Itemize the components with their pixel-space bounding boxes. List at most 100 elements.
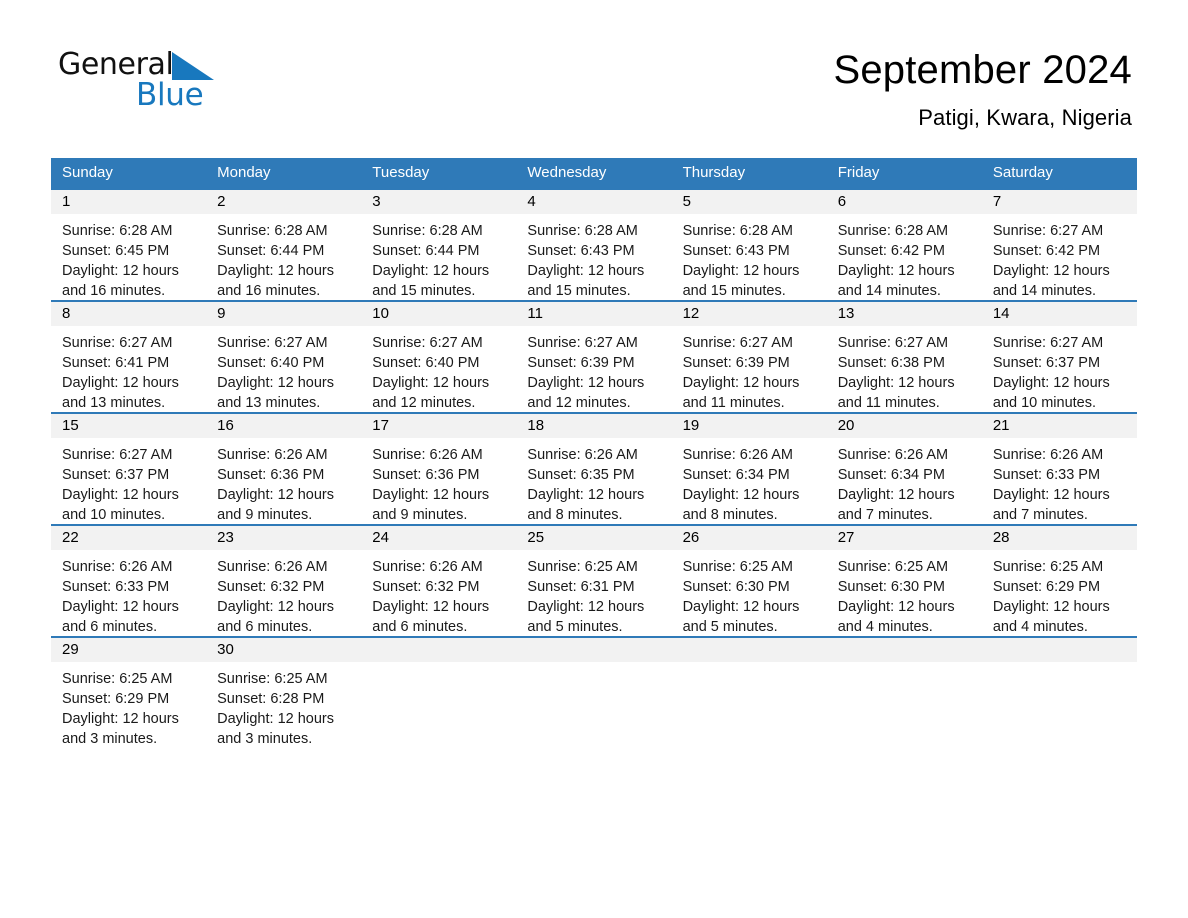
- day-number: 25: [527, 529, 545, 546]
- weekday-header-monday: Monday: [217, 164, 271, 181]
- day-cell[interactable]: 25 Sunrise: 6:25 AM Sunset: 6:31 PM Dayl…: [516, 526, 672, 636]
- day-cell[interactable]: 7 Sunrise: 6:27 AM Sunset: 6:42 PM Dayli…: [981, 190, 1137, 300]
- day-cell[interactable]: 28 Sunrise: 6:25 AM Sunset: 6:29 PM Dayl…: [981, 526, 1137, 636]
- day-details: [672, 662, 827, 754]
- daylight-text-line1: Daylight: 12 hours: [62, 263, 179, 279]
- day-number-band: 2: [206, 190, 362, 214]
- daylight-text-line2: and 4 minutes.: [837, 619, 933, 635]
- day-cell[interactable]: 23 Sunrise: 6:26 AM Sunset: 6:32 PM Dayl…: [206, 526, 362, 636]
- day-number: 7: [992, 193, 1002, 210]
- daylight-text-line2: and 6 minutes.: [372, 619, 468, 635]
- daylight-text-line1: Daylight: 12 hours: [992, 487, 1110, 503]
- sunrise-text: Sunrise: 6:26 AM: [372, 559, 483, 575]
- day-cell-empty: [516, 638, 672, 754]
- day-cell[interactable]: 18 Sunrise: 6:26 AM Sunset: 6:35 PM Dayl…: [516, 414, 672, 524]
- daylight-text-line1: Daylight: 12 hours: [992, 263, 1110, 279]
- daylight-text-line1: Daylight: 12 hours: [62, 711, 179, 727]
- day-details: Sunrise: 6:26 AM Sunset: 6:35 PM Dayligh…: [516, 438, 671, 524]
- day-number-band: 10: [361, 302, 517, 326]
- day-number: 30: [217, 641, 234, 658]
- day-cell[interactable]: 15 Sunrise: 6:27 AM Sunset: 6:37 PM Dayl…: [51, 414, 207, 524]
- calendar-week-row: 1 Sunrise: 6:28 AM Sunset: 6:45 PM Dayli…: [51, 188, 1137, 300]
- day-number: [672, 641, 683, 658]
- day-cell[interactable]: 12 Sunrise: 6:27 AM Sunset: 6:39 PM Dayl…: [671, 302, 827, 412]
- day-cell[interactable]: 29 Sunrise: 6:25 AM Sunset: 6:29 PM Dayl…: [51, 638, 207, 754]
- day-details: Sunrise: 6:26 AM Sunset: 6:34 PM Dayligh…: [827, 438, 982, 524]
- day-cell[interactable]: 13 Sunrise: 6:27 AM Sunset: 6:38 PM Dayl…: [826, 302, 982, 412]
- day-number: [827, 641, 838, 658]
- general-blue-logo-icon[interactable]: General Blue: [58, 50, 358, 120]
- day-number: 16: [217, 417, 234, 434]
- day-cell[interactable]: 6 Sunrise: 6:28 AM Sunset: 6:42 PM Dayli…: [826, 190, 982, 300]
- day-details: Sunrise: 6:28 AM Sunset: 6:43 PM Dayligh…: [672, 214, 827, 300]
- day-cell[interactable]: 21 Sunrise: 6:26 AM Sunset: 6:33 PM Dayl…: [981, 414, 1137, 524]
- day-number-band: 20: [826, 414, 982, 438]
- day-number: 17: [372, 417, 389, 434]
- sunrise-text: Sunrise: 6:26 AM: [372, 447, 483, 463]
- daylight-text-line1: Daylight: 12 hours: [62, 375, 179, 391]
- day-cell[interactable]: 1 Sunrise: 6:28 AM Sunset: 6:45 PM Dayli…: [51, 190, 207, 300]
- day-details: Sunrise: 6:28 AM Sunset: 6:43 PM Dayligh…: [516, 214, 671, 300]
- day-cell[interactable]: 11 Sunrise: 6:27 AM Sunset: 6:39 PM Dayl…: [516, 302, 672, 412]
- sunset-text: Sunset: 6:43 PM: [527, 243, 635, 259]
- day-cell[interactable]: 3 Sunrise: 6:28 AM Sunset: 6:44 PM Dayli…: [361, 190, 517, 300]
- day-cell-empty: [826, 638, 982, 754]
- daylight-text-line1: Daylight: 12 hours: [372, 487, 490, 503]
- sunrise-text: Sunrise: 6:25 AM: [837, 559, 949, 575]
- day-details: Sunrise: 6:26 AM Sunset: 6:33 PM Dayligh…: [51, 550, 206, 636]
- day-number-band: 19: [671, 414, 827, 438]
- day-number-band: 26: [671, 526, 827, 550]
- day-cell[interactable]: 30 Sunrise: 6:25 AM Sunset: 6:28 PM Dayl…: [206, 638, 362, 754]
- daylight-text-line1: Daylight: 12 hours: [682, 375, 800, 391]
- day-cell[interactable]: 2 Sunrise: 6:28 AM Sunset: 6:44 PM Dayli…: [206, 190, 362, 300]
- day-number-band: 6: [826, 190, 982, 214]
- brand-name-general: General: [58, 47, 174, 82]
- day-cell[interactable]: 16 Sunrise: 6:26 AM Sunset: 6:36 PM Dayl…: [206, 414, 362, 524]
- day-cell[interactable]: 26 Sunrise: 6:25 AM Sunset: 6:30 PM Dayl…: [671, 526, 827, 636]
- weekday-header-tuesday: Tuesday: [372, 164, 430, 181]
- calendar-grid: Sunday Monday Tuesday Wednesday Thursday…: [51, 158, 1137, 754]
- day-number-band: 16: [206, 414, 362, 438]
- day-cell[interactable]: 20 Sunrise: 6:26 AM Sunset: 6:34 PM Dayl…: [826, 414, 982, 524]
- weekday-header-sunday: Sunday: [62, 164, 113, 181]
- day-number: 24: [372, 529, 389, 546]
- day-cell[interactable]: 19 Sunrise: 6:26 AM Sunset: 6:34 PM Dayl…: [671, 414, 827, 524]
- sunrise-text: Sunrise: 6:28 AM: [837, 223, 949, 239]
- day-cell[interactable]: 4 Sunrise: 6:28 AM Sunset: 6:43 PM Dayli…: [516, 190, 672, 300]
- day-number: 28: [992, 529, 1010, 546]
- daylight-text-line2: and 9 minutes.: [217, 507, 313, 523]
- day-cell[interactable]: 9 Sunrise: 6:27 AM Sunset: 6:40 PM Dayli…: [206, 302, 362, 412]
- daylight-text-line1: Daylight: 12 hours: [217, 375, 335, 391]
- daylight-text-line2: and 11 minutes.: [837, 395, 940, 411]
- day-details: Sunrise: 6:25 AM Sunset: 6:31 PM Dayligh…: [516, 550, 671, 636]
- sunset-text: Sunset: 6:31 PM: [527, 579, 635, 595]
- daylight-text-line2: and 13 minutes.: [62, 395, 166, 411]
- day-details: Sunrise: 6:28 AM Sunset: 6:44 PM Dayligh…: [206, 214, 361, 300]
- day-cell[interactable]: 22 Sunrise: 6:26 AM Sunset: 6:33 PM Dayl…: [51, 526, 207, 636]
- sunrise-text: Sunrise: 6:27 AM: [992, 335, 1104, 351]
- day-number-band: 25: [516, 526, 672, 550]
- day-number: 18: [527, 417, 545, 434]
- day-cell[interactable]: 14 Sunrise: 6:27 AM Sunset: 6:37 PM Dayl…: [981, 302, 1137, 412]
- sunrise-text: Sunrise: 6:26 AM: [217, 559, 328, 575]
- daylight-text-line2: and 5 minutes.: [682, 619, 778, 635]
- sunset-text: Sunset: 6:38 PM: [837, 355, 945, 371]
- day-cell[interactable]: 27 Sunrise: 6:25 AM Sunset: 6:30 PM Dayl…: [826, 526, 982, 636]
- day-cell[interactable]: 10 Sunrise: 6:27 AM Sunset: 6:40 PM Dayl…: [361, 302, 517, 412]
- sunrise-text: Sunrise: 6:27 AM: [527, 335, 638, 351]
- day-cell[interactable]: 17 Sunrise: 6:26 AM Sunset: 6:36 PM Dayl…: [361, 414, 517, 524]
- day-details: Sunrise: 6:25 AM Sunset: 6:29 PM Dayligh…: [982, 550, 1137, 636]
- daylight-text-line1: Daylight: 12 hours: [372, 375, 490, 391]
- day-cell[interactable]: 5 Sunrise: 6:28 AM Sunset: 6:43 PM Dayli…: [671, 190, 827, 300]
- day-details: Sunrise: 6:26 AM Sunset: 6:34 PM Dayligh…: [672, 438, 827, 524]
- day-details: Sunrise: 6:28 AM Sunset: 6:42 PM Dayligh…: [827, 214, 982, 300]
- day-number: 20: [837, 417, 855, 434]
- day-number: 5: [682, 193, 691, 210]
- daylight-text-line1: Daylight: 12 hours: [992, 599, 1110, 615]
- day-cell[interactable]: 24 Sunrise: 6:26 AM Sunset: 6:32 PM Dayl…: [361, 526, 517, 636]
- day-details: Sunrise: 6:27 AM Sunset: 6:37 PM Dayligh…: [982, 326, 1137, 412]
- day-number-band: 30: [206, 638, 362, 662]
- day-cell[interactable]: 8 Sunrise: 6:27 AM Sunset: 6:41 PM Dayli…: [51, 302, 207, 412]
- sunrise-text: Sunrise: 6:25 AM: [527, 559, 638, 575]
- daylight-text-line1: Daylight: 12 hours: [837, 375, 955, 391]
